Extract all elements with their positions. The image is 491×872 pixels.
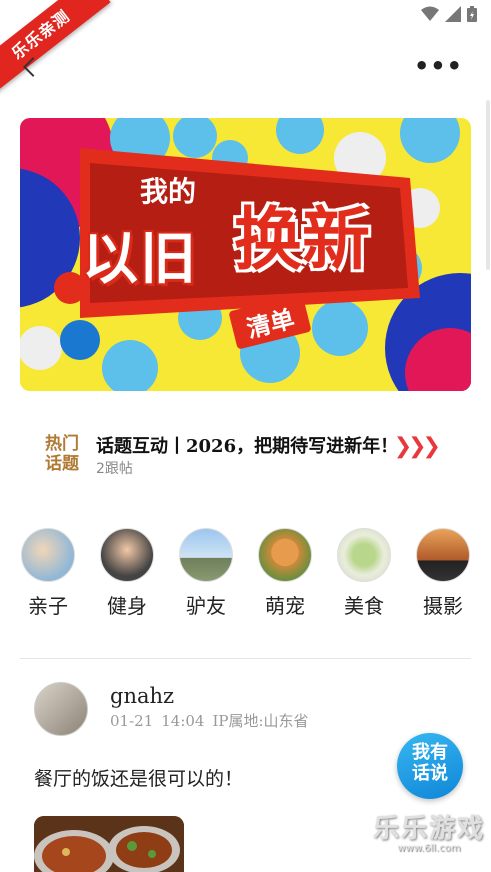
category-label: 健身 <box>107 594 147 618</box>
banner-title-line1: 我的 <box>140 175 197 208</box>
fab-label-line2: 话说 <box>412 763 448 784</box>
promo-banner[interactable]: 我的 以旧 换新 清单 <box>20 118 471 391</box>
avatar[interactable] <box>34 682 88 736</box>
post-date: 01-21 <box>110 712 154 730</box>
category-label: 摄影 <box>423 594 463 618</box>
status-icons <box>421 6 477 22</box>
category-food[interactable]: 美食 <box>329 528 399 619</box>
banner-title-line2: 以旧 <box>82 227 198 292</box>
signal-icon <box>445 6 461 22</box>
category-parenting[interactable]: 亲子 <box>13 528 83 619</box>
write-post-button[interactable]: 我有 话说 <box>397 733 463 799</box>
post-time: 14:04 <box>161 712 205 730</box>
hot-topic-logo-line1: 热门 <box>45 434 79 454</box>
post-meta: 01-21 14:04 IP属地:山东省 <box>110 710 317 731</box>
category-label: 亲子 <box>28 594 68 618</box>
category-travel[interactable]: 驴友 <box>171 528 241 619</box>
post-location: IP属地:山东省 <box>212 712 309 730</box>
fab-label-line1: 我有 <box>412 742 448 763</box>
battery-icon <box>467 6 477 22</box>
hiker-photo-icon <box>179 528 233 582</box>
hot-topic-logo: 热门 话题 <box>40 434 84 474</box>
category-fitness[interactable]: 健身 <box>92 528 162 619</box>
hot-topic-logo-line2: 话题 <box>45 454 79 474</box>
family-photo-icon <box>21 528 75 582</box>
food-image <box>34 816 184 872</box>
category-list: 亲子 健身 驴友 萌宠 美食 摄影 <box>0 528 491 624</box>
banner-title-highlight: 换新 <box>234 201 371 280</box>
more-options-button[interactable]: ••• <box>414 54 463 78</box>
page: 乐乐亲测 ••• 我的 以旧 换新 清单 热门 话题 话题互动丨2026，把期待… <box>0 0 491 872</box>
category-pets[interactable]: 萌宠 <box>250 528 320 619</box>
photographer-photo-icon <box>416 528 470 582</box>
post-image[interactable] <box>34 816 184 872</box>
food-photo-icon <box>337 528 391 582</box>
hot-topic-row[interactable]: 热门 话题 话题互动丨2026，把期待写进新年！ 2跟帖 ❯❯❯ <box>20 424 471 484</box>
scrollbar[interactable] <box>486 100 490 270</box>
fitness-photo-icon <box>100 528 154 582</box>
category-label: 驴友 <box>186 594 226 618</box>
chevron-right-icon: ❯❯❯ <box>393 434 441 459</box>
category-photography[interactable]: 摄影 <box>408 528 478 619</box>
hot-topic-followers: 2跟帖 <box>96 461 133 477</box>
post-username[interactable]: gnahz <box>110 684 174 708</box>
corgi-photo-icon <box>258 528 312 582</box>
divider <box>20 658 471 659</box>
watermark-name: 乐乐游戏 <box>372 814 485 844</box>
category-label: 萌宠 <box>265 594 305 618</box>
watermark: 乐乐游戏 www.6ll.com <box>373 808 485 854</box>
wifi-icon <box>421 6 439 21</box>
post-text: 餐厅的饭还是很可以的！ <box>34 768 244 790</box>
category-label: 美食 <box>344 594 384 618</box>
hot-topic-title: 话题互动丨2026，把期待写进新年！ <box>96 436 399 457</box>
